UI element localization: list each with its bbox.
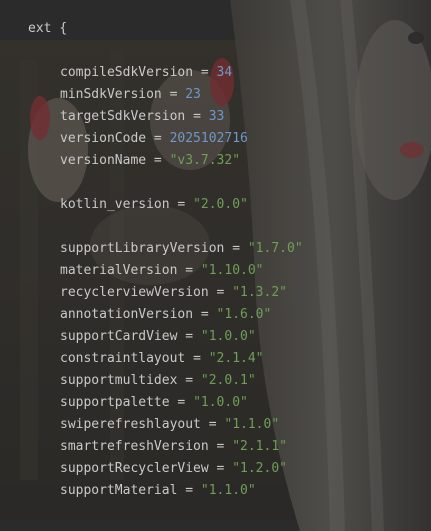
assign-operator: = xyxy=(216,285,225,300)
code-editor[interactable]: ext { compileSdkVersion = 34 minSdkVersi… xyxy=(0,0,431,531)
variable-value: "1.3.2" xyxy=(232,285,287,300)
assign-operator: = xyxy=(232,241,241,256)
code-area[interactable]: ext { compileSdkVersion = 34 minSdkVersi… xyxy=(0,0,431,531)
code-line: smartrefreshVersion = "2.1.1" xyxy=(60,436,287,458)
variable-value: "1.0.0" xyxy=(200,329,256,344)
assign-operator: = xyxy=(169,87,178,102)
variable-name: supportMaterial xyxy=(60,483,178,498)
assign-operator: = xyxy=(177,395,186,410)
variable-value: "v3.7.32" xyxy=(169,153,241,168)
variable-name: annotationVersion xyxy=(60,307,194,322)
code-line: supportpalette = "1.0.0" xyxy=(60,392,248,414)
variable-name: targetSdkVersion xyxy=(60,109,186,124)
variable-name: versionName xyxy=(60,153,147,168)
variable-name: swiperefreshlayout xyxy=(60,417,201,432)
variable-value: "2.0.1" xyxy=(200,373,256,388)
code-line: compileSdkVersion = 34 xyxy=(60,62,232,84)
assign-operator: = xyxy=(208,417,217,432)
variable-name: materialVersion xyxy=(60,263,178,278)
variable-name: minSdkVersion xyxy=(60,87,162,102)
variable-value: 23 xyxy=(185,87,201,102)
code-line: versionCode = 2025102716 xyxy=(60,128,248,150)
code-line: versionName = "v3.7.32" xyxy=(60,150,240,172)
variable-value: "2.1.1" xyxy=(232,439,287,454)
assign-operator: = xyxy=(216,461,225,476)
variable-name: versionCode xyxy=(60,131,147,146)
variable-value: "1.10.0" xyxy=(200,263,264,278)
open-brace: { xyxy=(59,21,68,36)
assign-operator: = xyxy=(153,153,162,168)
variable-name: supportmultidex xyxy=(60,373,178,388)
variable-value: "2.1.4" xyxy=(208,351,264,366)
variable-value: "2.0.0" xyxy=(193,197,248,212)
code-line: kotlin_version = "2.0.0" xyxy=(60,194,248,216)
ext-keyword: ext xyxy=(28,21,52,36)
variable-name: supportCardView xyxy=(60,329,178,344)
variable-value: "1.0.0" xyxy=(193,395,248,410)
variable-name: supportLibraryVersion xyxy=(60,241,225,256)
assign-operator: = xyxy=(185,263,194,278)
assign-operator: = xyxy=(185,373,194,388)
code-line: swiperefreshlayout = "1.1.0" xyxy=(60,414,279,436)
variable-value: "1.2.0" xyxy=(232,461,287,476)
assign-operator: = xyxy=(185,329,194,344)
code-line: supportRecyclerView = "1.2.0" xyxy=(60,458,287,480)
variable-value: 2025102716 xyxy=(169,131,248,146)
variable-value: 33 xyxy=(208,109,225,124)
assign-operator: = xyxy=(193,109,201,124)
assign-operator: = xyxy=(200,307,209,322)
variable-value: "1.1.0" xyxy=(224,417,280,432)
ext-block-header: ext { xyxy=(28,18,67,40)
assign-operator: = xyxy=(177,197,186,212)
code-line: recyclerviewVersion = "1.3.2" xyxy=(60,282,287,304)
code-line: constraintlayout = "2.1.4" xyxy=(60,348,264,370)
variable-value: "1.7.0" xyxy=(247,241,303,256)
variable-name: supportpalette xyxy=(60,395,170,410)
assign-operator: = xyxy=(200,65,209,80)
assign-operator: = xyxy=(153,131,162,146)
variable-name: supportRecyclerView xyxy=(60,461,209,476)
code-line: annotationVersion = "1.6.0" xyxy=(60,304,271,326)
code-line: supportLibraryVersion = "1.7.0" xyxy=(60,238,303,260)
assign-operator: = xyxy=(185,483,194,498)
code-line: materialVersion = "1.10.0" xyxy=(60,260,264,282)
variable-name: constraintlayout xyxy=(60,351,186,366)
code-line: targetSdkVersion = 33 xyxy=(60,106,224,128)
variable-value: 34 xyxy=(216,65,233,80)
variable-value: "1.1.0" xyxy=(200,483,256,498)
assign-operator: = xyxy=(193,351,201,366)
variable-name: kotlin_version xyxy=(60,197,170,212)
assign-operator: = xyxy=(216,439,225,454)
variable-name: smartrefreshVersion xyxy=(60,439,209,454)
variable-name: recyclerviewVersion xyxy=(60,285,209,300)
code-line: supportCardView = "1.0.0" xyxy=(60,326,256,348)
variable-value: "1.6.0" xyxy=(216,307,272,322)
variable-name: compileSdkVersion xyxy=(60,65,194,80)
code-line: minSdkVersion = 23 xyxy=(60,84,201,106)
code-line: supportMaterial = "1.1.0" xyxy=(60,480,256,502)
code-line: supportmultidex = "2.0.1" xyxy=(60,370,256,392)
